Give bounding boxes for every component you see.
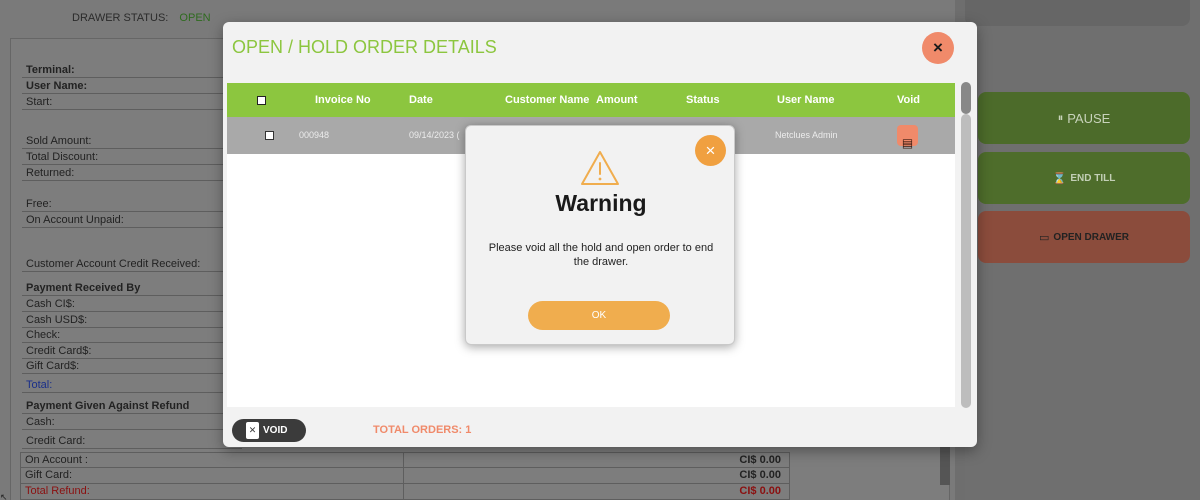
void-document-icon: ▤ <box>901 136 914 150</box>
warning-close-button[interactable]: × <box>695 135 726 166</box>
report-row-terminal: Terminal: <box>22 62 242 78</box>
report-row-sold-amount: Sold Amount: <box>22 133 242 149</box>
end-till-button[interactable]: ⌛ END TILL <box>978 152 1190 204</box>
close-icon: × <box>705 140 716 160</box>
modal-scrollbar[interactable] <box>959 82 973 408</box>
drawer-status: DRAWER STATUS: OPEN <box>72 12 211 24</box>
table-header: Invoice No Date Customer Name Amount Sta… <box>227 83 955 117</box>
column-invoice-no: Invoice No <box>315 94 371 106</box>
cell-user-name: Netclues Admin <box>775 130 838 140</box>
report-row-refund-header: Payment Given Against Refund <box>22 398 242 414</box>
warning-dialog: × Warning Please void all the hold and o… <box>465 125 735 345</box>
close-icon: × <box>933 38 943 57</box>
void-button[interactable]: ✕ VOID <box>232 419 306 442</box>
report-row-user-name: User Name: <box>22 78 242 94</box>
report-row-total-discount: Total Discount: <box>22 149 242 165</box>
refund-summary-table: On Account : CI$ 0.00 Gift Card: CI$ 0.0… <box>20 452 790 500</box>
report-row-gift-card: Gift Card$: <box>22 358 242 374</box>
refund-amount: CI$ 0.00 <box>739 454 781 466</box>
drawer-status-value: OPEN <box>179 12 211 24</box>
report-row-free: Free: <box>22 196 242 212</box>
cursor-icon: ↖ <box>0 492 8 500</box>
report-row-payment-received: Payment Received By <box>22 280 242 296</box>
refund-label: Total Refund: <box>25 485 90 497</box>
open-drawer-button[interactable]: ▭ OPEN DRAWER <box>978 211 1190 263</box>
start-till-button[interactable] <box>965 0 1190 26</box>
total-orders: TOTAL ORDERS: 1 <box>373 424 472 436</box>
refund-label: On Account : <box>25 454 88 466</box>
report-row-start: Start: <box>22 94 242 110</box>
table-row: On Account : CI$ 0.00 <box>20 452 790 469</box>
hourglass-icon: ⌛ <box>1052 172 1067 185</box>
row-void-button[interactable]: ▤ <box>897 125 918 150</box>
warning-title: Warning <box>555 190 647 216</box>
report-row-on-account-unpaid: On Account Unpaid: <box>22 212 242 228</box>
report-row-customer-credit: Customer Account Credit Received: <box>22 256 242 272</box>
column-amount: Amount <box>596 94 638 106</box>
pause-icon: ⏸ <box>1057 111 1064 124</box>
report-row-total: Total: <box>22 377 242 393</box>
void-icon: ✕ <box>246 422 259 439</box>
report-row-credit-card: Credit Card$: <box>22 343 242 359</box>
pause-button[interactable]: ⏸ PAUSE <box>978 92 1190 144</box>
scrollbar-track <box>961 114 971 408</box>
open-drawer-label: OPEN DRAWER <box>1053 231 1129 243</box>
report-row-check: Check: <box>22 327 242 343</box>
cell-invoice-no: 000948 <box>299 130 330 140</box>
row-checkbox[interactable] <box>265 117 274 154</box>
ok-label: OK <box>591 310 607 321</box>
warning-message: Please void all the hold and open order … <box>488 242 714 268</box>
column-customer-name: Customer Name <box>505 94 590 106</box>
column-void: Void <box>897 94 921 106</box>
column-user-name: User Name <box>777 94 835 106</box>
modal-title: OPEN / HOLD ORDER DETAILS <box>232 37 497 57</box>
end-till-label: END TILL <box>1070 172 1116 184</box>
table-row: Gift Card: CI$ 0.00 <box>20 468 790 484</box>
pause-label: PAUSE <box>1067 110 1111 126</box>
column-status: Status <box>686 94 720 106</box>
column-date: Date <box>409 94 433 106</box>
report-row-refund-cash: Cash: <box>22 414 242 430</box>
refund-amount: CI$ 0.00 <box>739 485 781 497</box>
warning-triangle-icon <box>581 151 619 185</box>
modal-close-button[interactable]: × <box>922 32 954 64</box>
drawer-icon: ▭ <box>1039 231 1050 244</box>
table-row: Total Refund: CI$ 0.00 <box>20 484 790 500</box>
scrollbar-thumb[interactable] <box>961 82 971 114</box>
report-row-cash-ci: Cash CI$: <box>22 296 242 312</box>
report-row-cash-usd: Cash USD$: <box>22 312 242 328</box>
refund-amount: CI$ 0.00 <box>739 469 781 481</box>
report-row-returned: Returned: <box>22 165 242 181</box>
select-all-checkbox[interactable] <box>257 83 266 117</box>
cell-date: 09/14/2023 ( <box>409 130 460 140</box>
refund-label: Gift Card: <box>25 469 73 481</box>
drawer-status-label: DRAWER STATUS: <box>72 12 169 24</box>
void-label: VOID <box>263 425 288 436</box>
ok-button[interactable]: OK <box>528 301 670 330</box>
report-row-refund-credit-card: Credit Card: <box>22 433 242 449</box>
